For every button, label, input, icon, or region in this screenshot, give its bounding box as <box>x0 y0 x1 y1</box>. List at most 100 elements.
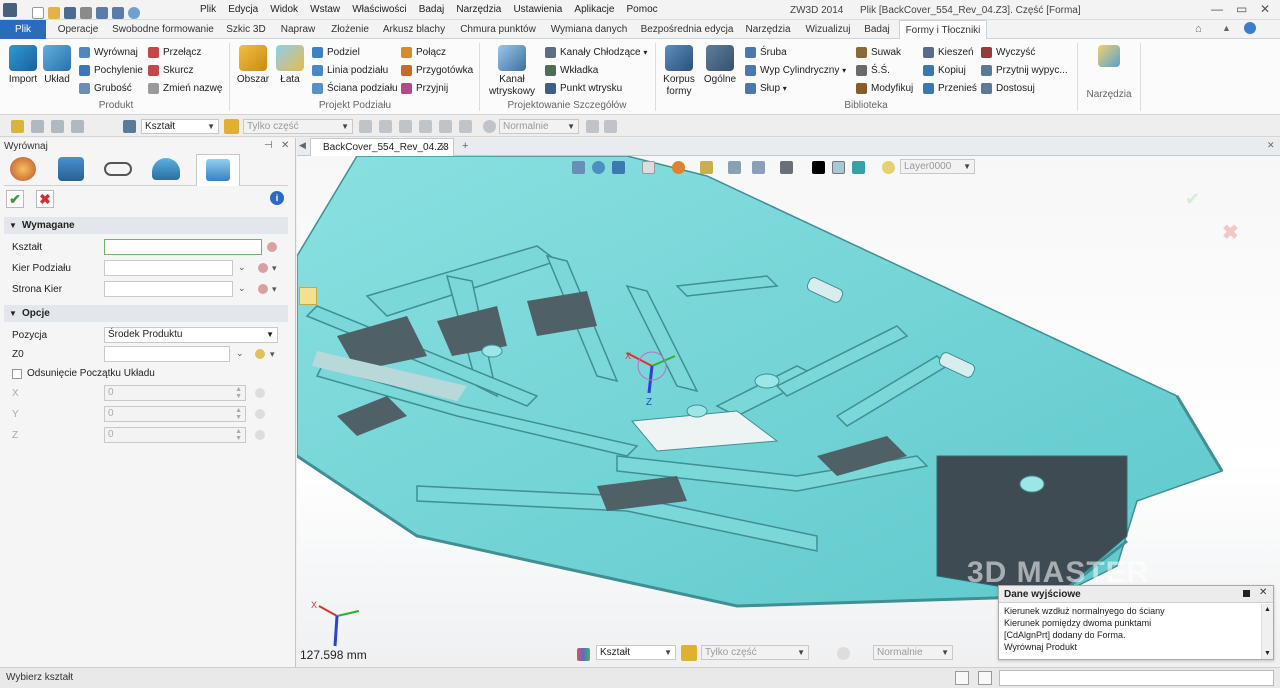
tab-chmura-punktow[interactable]: Chmura punktów <box>455 20 541 39</box>
ghost-cancel-icon[interactable]: ✖ <box>1222 220 1239 245</box>
chevron-down-icon[interactable]: ▾ <box>272 284 277 295</box>
ksztalt-input[interactable] <box>104 239 262 255</box>
grubosc-button[interactable]: Grubość <box>79 80 132 97</box>
kopiuj-button[interactable]: Kopiuj <box>923 62 966 79</box>
palette-icon[interactable] <box>10 157 36 181</box>
chevron-down-icon[interactable]: ⌄ <box>238 283 246 294</box>
menu-pomoc[interactable]: Pomoc <box>627 0 658 20</box>
viewport-part-filter-icon[interactable] <box>681 645 697 661</box>
scroll-down-icon[interactable]: ▼ <box>1264 650 1271 657</box>
tab-wymiana-danych[interactable]: Wymiana danych <box>546 20 632 39</box>
viewport-snap-icon[interactable] <box>837 647 850 660</box>
przelacz-button[interactable]: Przełącz <box>148 44 201 61</box>
pick-icon[interactable] <box>258 284 268 294</box>
viewport-shape-filter-select[interactable]: Kształt ▼ <box>596 645 676 660</box>
tab-zlozenie[interactable]: Złożenie <box>326 20 374 39</box>
info-icon[interactable]: i <box>270 191 284 205</box>
scroll-up-icon[interactable]: ▲ <box>1264 606 1271 613</box>
tab-operacje[interactable]: Operacje <box>52 20 104 39</box>
zoom-window-icon[interactable] <box>728 161 741 174</box>
tab-bezposrednia-edycja[interactable]: Bezpośrednia edycja <box>638 20 736 39</box>
pick-point-icon[interactable] <box>255 430 265 440</box>
chevron-down-icon[interactable]: ⌄ <box>236 348 244 359</box>
tool-icon[interactable] <box>604 120 617 133</box>
shape-filter-icon[interactable] <box>123 120 136 133</box>
viewport-render-mode-select[interactable]: Normalnie ▼ <box>873 645 953 660</box>
odsuniecie-checkbox[interactable] <box>12 369 22 379</box>
tab-napraw[interactable]: Napraw <box>275 20 321 39</box>
output-scrollbar[interactable]: ▲ ▼ <box>1261 604 1273 659</box>
snap-grid-icon[interactable] <box>379 120 392 133</box>
strona-kier-input[interactable] <box>104 281 233 297</box>
z0-input[interactable] <box>104 346 230 362</box>
menu-ustawienia[interactable]: Ustawienia <box>513 0 562 20</box>
point-filter-icon[interactable] <box>71 120 84 133</box>
output-panel-restore-icon[interactable] <box>1243 590 1250 597</box>
wyp-cylindryczny-button[interactable]: Wyp Cylindryczny ▾ <box>745 62 846 79</box>
kanal-wtryskowy-button[interactable]: Kanał wtryskowy <box>486 45 538 98</box>
zoom-fit-icon[interactable] <box>700 161 713 174</box>
menu-wstaw[interactable]: Wstaw <box>310 0 340 20</box>
view-cube-icon[interactable] <box>642 161 655 174</box>
ss-button[interactable]: Ś.Ś. <box>856 62 890 79</box>
wyrownaj-button[interactable]: Wyrównaj <box>79 44 138 61</box>
redo-icon[interactable] <box>112 7 124 19</box>
layer-icon[interactable] <box>852 161 865 174</box>
help-icon[interactable] <box>1244 22 1256 34</box>
kieszen-button[interactable]: Kieszeń <box>923 44 974 61</box>
podziel-button[interactable]: Podziel <box>312 44 360 61</box>
tab-swobodne-formowanie[interactable]: Swobodne formowanie <box>107 20 219 39</box>
pick-icon[interactable] <box>267 242 277 252</box>
kier-podzialu-input[interactable] <box>104 260 233 276</box>
punkt-wtrysku-button[interactable]: Punkt wtrysku <box>545 80 622 97</box>
pozycja-select[interactable]: Środek Produktu ▼ <box>104 327 278 343</box>
menu-narzedzia[interactable]: Narzędzia <box>456 0 501 20</box>
tab-formy-i-tloczniki[interactable]: Formy i Tłoczniki <box>899 20 987 39</box>
skurcz-button[interactable]: Skurcz <box>148 62 194 79</box>
y-input[interactable]: 0 ▲ ▼ <box>104 406 246 422</box>
snap-end-icon[interactable] <box>399 120 412 133</box>
modyfikuj-button[interactable]: Modyfikuj <box>856 80 913 97</box>
tool-icon[interactable] <box>586 120 599 133</box>
section-required[interactable]: Wymagane <box>4 217 288 234</box>
dostosuj-button[interactable]: Dostosuj <box>981 80 1035 97</box>
obszar-button[interactable]: Obszar <box>235 45 271 86</box>
print-icon[interactable] <box>80 7 92 19</box>
wyczysc-button[interactable]: Wyczyść <box>981 44 1035 61</box>
part-filter-icon[interactable] <box>224 119 239 134</box>
hint-icon[interactable] <box>299 287 317 305</box>
polacz-button[interactable]: Połącz <box>401 44 446 61</box>
part-filter-select[interactable]: Tylko część ▼ <box>243 119 353 134</box>
import-button[interactable]: Import <box>6 45 40 86</box>
render-mode-select[interactable]: Normalnie ▼ <box>499 119 579 134</box>
view-orient-icon[interactable] <box>572 161 585 174</box>
suwak-button[interactable]: Suwak <box>856 44 901 61</box>
przenies-button[interactable]: Przenieś <box>923 80 977 97</box>
line-filter-icon[interactable] <box>51 120 64 133</box>
chevron-down-icon[interactable]: ▾ <box>270 349 275 360</box>
home-icon[interactable]: ⌂ <box>1195 23 1202 35</box>
pick-icon[interactable] <box>258 263 268 273</box>
linia-podzialu-button[interactable]: Linia podziału <box>312 62 388 79</box>
ogolne-button[interactable]: Ogólne <box>702 45 738 86</box>
menu-plik[interactable]: Plik <box>200 0 216 20</box>
slup-button[interactable]: Słup ▾ <box>745 80 787 97</box>
view-icon[interactable] <box>104 162 132 176</box>
output-panel-close-icon[interactable]: ✕ <box>1259 587 1267 598</box>
section-icon[interactable] <box>752 161 765 174</box>
snap-mid-icon[interactable] <box>419 120 432 133</box>
layout-icon[interactable] <box>978 671 992 685</box>
document-tab[interactable]: BackCover_554_Rev_04.Z3 ✕ <box>310 138 454 156</box>
menu-widok[interactable]: Widok <box>270 0 298 20</box>
maximize-button[interactable]: ▭ <box>1236 2 1247 16</box>
menu-aplikacje[interactable]: Aplikacje <box>574 0 614 20</box>
tab-scroll-left-icon[interactable]: ◀ <box>299 140 306 151</box>
viewport-part-filter-select[interactable]: Tylko część ▼ <box>701 645 809 660</box>
tab-badaj[interactable]: Badaj <box>859 20 895 39</box>
open-icon[interactable] <box>48 7 60 19</box>
z-input[interactable]: 0 ▲ ▼ <box>104 427 246 443</box>
chevron-down-icon[interactable]: ⌄ <box>238 262 246 273</box>
menu-wlasciwosci[interactable]: Właściwości <box>352 0 406 20</box>
ok-button[interactable]: ✔ <box>6 190 24 208</box>
ribbon-minimize-icon[interactable]: ▲ <box>1222 23 1231 33</box>
